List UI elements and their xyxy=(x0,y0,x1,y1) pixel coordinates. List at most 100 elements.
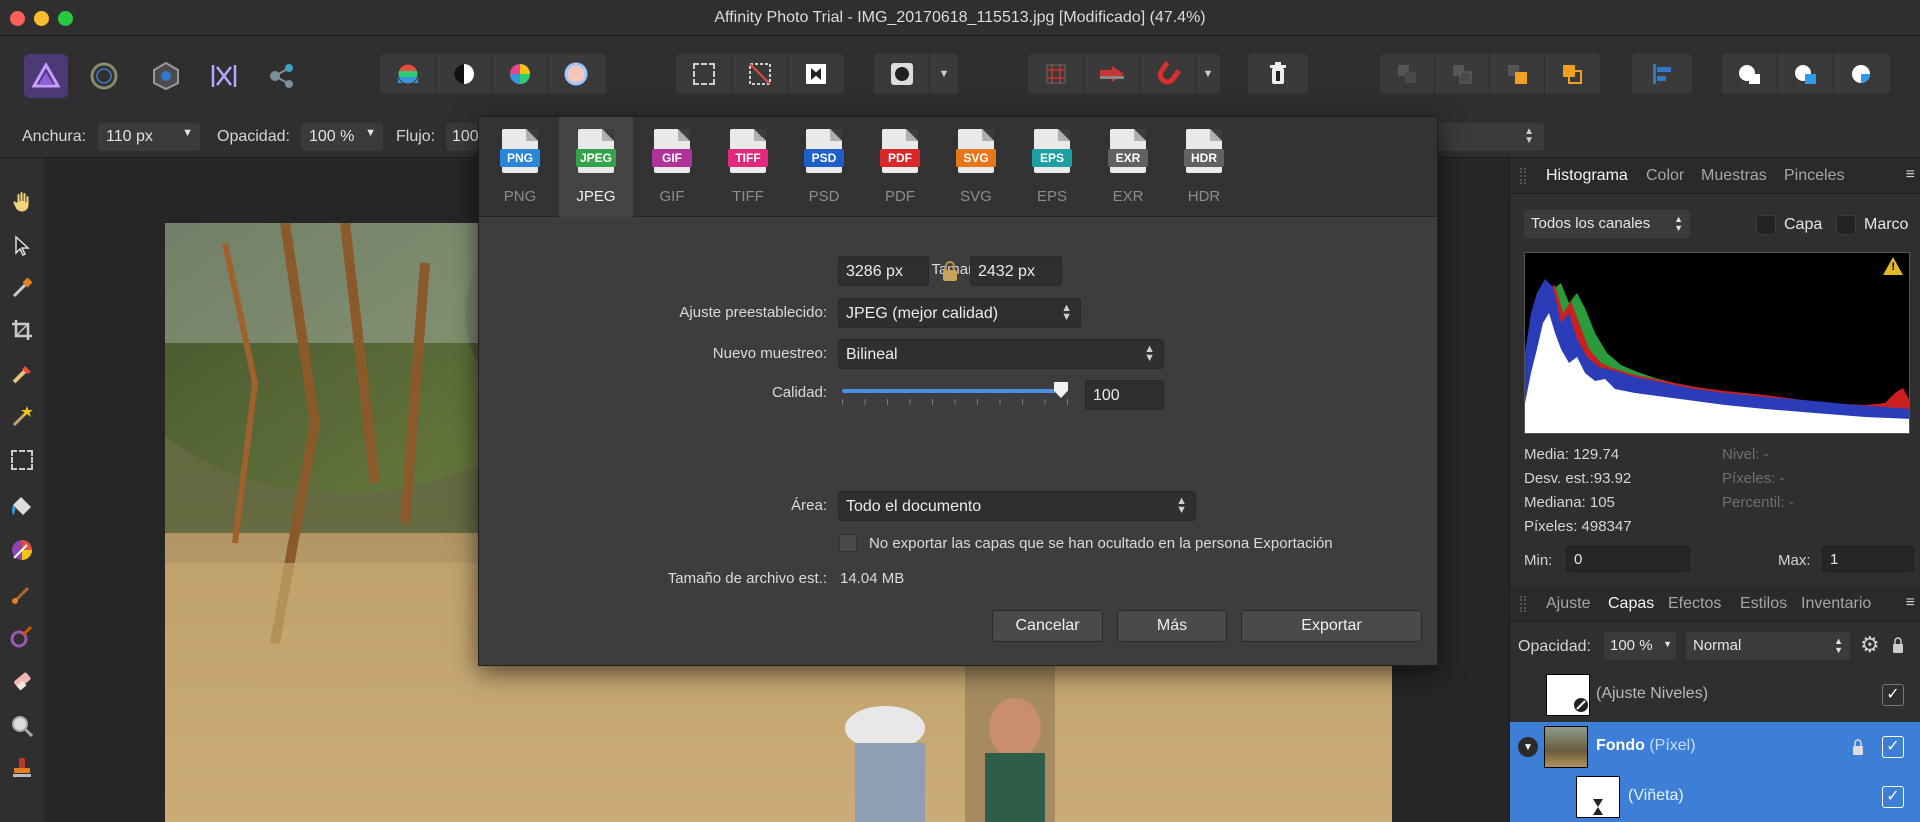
dropdown-icon[interactable]: ▼ xyxy=(930,54,958,94)
blend-mode-select[interactable]: Normal ▲ ▼ xyxy=(1686,632,1850,660)
panel-menu-icon[interactable]: ≡ xyxy=(1906,166,1915,184)
opacity-field[interactable]: 100 % ▼ xyxy=(301,123,383,151)
dropdown-icon[interactable]: ▼ xyxy=(1196,54,1220,94)
size-width-field[interactable]: 3286 px xyxy=(838,256,929,286)
resample-select[interactable]: Bilineal ▲ ▼ xyxy=(838,339,1164,369)
tab-histogram[interactable]: Histograma xyxy=(1540,158,1634,193)
preset-select[interactable]: JPEG (mejor calidad) ▲ ▼ xyxy=(838,298,1081,328)
max-field[interactable]: 1 xyxy=(1822,546,1914,572)
develop-persona-icon[interactable] xyxy=(148,58,184,94)
flow-field[interactable]: 100 xyxy=(446,123,478,151)
format-tab-pdf[interactable]: PDF PDF xyxy=(863,117,937,217)
format-tab-psd[interactable]: PSD PSD xyxy=(787,117,861,217)
brush-tool-icon[interactable] xyxy=(8,580,36,608)
color-wheel-icon[interactable] xyxy=(492,54,548,94)
magic-wand-icon[interactable] xyxy=(8,402,36,430)
layer-row-levels[interactable]: (Ajuste Niveles) ✓ xyxy=(1510,670,1920,720)
lock-icon[interactable] xyxy=(1892,636,1904,654)
crop-tool-icon[interactable] xyxy=(8,316,36,344)
zoom-tool-icon[interactable] xyxy=(8,712,36,740)
expand-triangle-icon[interactable]: ▼ xyxy=(1518,737,1538,757)
subtract-shape-icon[interactable] xyxy=(1778,54,1834,94)
white-balance-icon[interactable] xyxy=(548,54,604,94)
format-tab-png[interactable]: PNG PNG xyxy=(483,117,557,217)
quality-slider-handle[interactable] xyxy=(1054,382,1068,398)
marquee-checkbox[interactable] xyxy=(1836,215,1856,235)
quick-mask-icon[interactable] xyxy=(874,54,930,94)
format-tab-svg[interactable]: SVG SVG xyxy=(939,117,1013,217)
width-field[interactable]: 110 px ▼ xyxy=(98,123,200,151)
hand-tool-icon[interactable] xyxy=(8,188,36,216)
layer-row-vignette[interactable]: (Viñeta) ✓ xyxy=(1510,772,1920,822)
tab-effects[interactable]: Efectos xyxy=(1668,595,1721,613)
panel-menu-icon[interactable]: ≡ xyxy=(1906,594,1915,612)
align-left-icon[interactable] xyxy=(1632,54,1692,94)
arrange-front-icon[interactable] xyxy=(1545,54,1600,94)
tab-styles[interactable]: Estilos xyxy=(1740,595,1787,613)
add-shape-icon[interactable] xyxy=(1722,54,1778,94)
export-persona-icon[interactable] xyxy=(264,58,300,94)
main-toolbar: ▼ ▼ xyxy=(0,36,1920,116)
invert-selection-icon[interactable] xyxy=(788,54,844,94)
quality-field[interactable]: 100 xyxy=(1085,380,1164,410)
levels-icon[interactable] xyxy=(380,54,436,94)
size-height-field[interactable]: 2432 px xyxy=(970,256,1062,286)
tone-mapping-persona-icon[interactable] xyxy=(206,58,242,94)
format-tab-exr[interactable]: EXR EXR xyxy=(1091,117,1165,217)
move-tool-icon[interactable] xyxy=(8,232,36,260)
grid-icon[interactable] xyxy=(1028,54,1084,94)
color-picker-tool-icon[interactable] xyxy=(8,274,36,302)
format-tab-jpeg[interactable]: JPEG JPEG xyxy=(559,117,633,217)
eraser-tool-icon[interactable] xyxy=(8,666,36,694)
gear-icon[interactable]: ⚙ xyxy=(1860,632,1880,658)
layer-opacity-select[interactable]: 100 % ▼ xyxy=(1604,632,1676,660)
clone-stamp-icon[interactable] xyxy=(8,754,36,782)
tab-swatches[interactable]: Muestras xyxy=(1701,167,1767,185)
context-dropdown[interactable]: ▲ ▼ xyxy=(1438,123,1544,151)
more-button[interactable]: Más xyxy=(1117,610,1227,642)
lock-icon[interactable] xyxy=(1852,738,1864,756)
arrange-forward-icon[interactable] xyxy=(1490,54,1545,94)
export-button[interactable]: Exportar xyxy=(1241,610,1422,642)
auto-contrast-icon[interactable] xyxy=(436,54,492,94)
layer-visibility-checkbox[interactable]: ✓ xyxy=(1882,786,1904,808)
layer-row-background[interactable]: ▼ Fondo (Píxel) ✓ xyxy=(1510,722,1920,772)
page-fold xyxy=(754,129,766,141)
tab-brushes[interactable]: Pinceles xyxy=(1784,167,1844,185)
cancel-button[interactable]: Cancelar xyxy=(992,610,1103,642)
layer-visibility-checkbox[interactable]: ✓ xyxy=(1882,684,1904,706)
lock-icon[interactable] xyxy=(942,260,958,282)
channel-select[interactable]: Todos los canales ▲ ▼ xyxy=(1524,210,1690,238)
magnet-icon[interactable] xyxy=(1140,54,1196,94)
move-arrow-icon[interactable] xyxy=(1084,54,1140,94)
layer-visibility-checkbox[interactable]: ✓ xyxy=(1882,736,1904,758)
format-tab-gif[interactable]: GIF GIF xyxy=(635,117,709,217)
format-tab-tiff[interactable]: TIFF TIFF xyxy=(711,117,785,217)
area-select[interactable]: Todo el documento ▲ ▼ xyxy=(838,491,1196,521)
min-field[interactable]: 0 xyxy=(1566,546,1690,572)
arrange-back-icon[interactable] xyxy=(1380,54,1435,94)
format-tab-eps[interactable]: EPS EPS xyxy=(1015,117,1089,217)
flood-fill-tool-icon[interactable] xyxy=(8,492,36,520)
paint-brush-tool-icon[interactable] xyxy=(8,360,36,388)
quality-slider[interactable] xyxy=(842,382,1068,407)
tab-color[interactable]: Color xyxy=(1646,167,1684,185)
marquee-icon[interactable] xyxy=(676,54,732,94)
liquify-persona-icon[interactable] xyxy=(86,58,122,94)
tab-adjustment[interactable]: Ajuste xyxy=(1546,595,1590,613)
photo-persona-icon[interactable] xyxy=(24,54,68,98)
intersect-shape-icon[interactable] xyxy=(1834,54,1890,94)
gradient-tool-icon[interactable] xyxy=(8,536,36,564)
hidden-layers-checkbox[interactable] xyxy=(839,534,857,552)
dodge-tool-icon[interactable] xyxy=(8,622,36,650)
tab-layers[interactable]: Capas xyxy=(1601,586,1661,621)
layer-checkbox[interactable] xyxy=(1756,215,1776,235)
stat-stddev: Desv. est.:93.92 xyxy=(1524,470,1632,487)
tab-assets[interactable]: Inventario xyxy=(1801,595,1871,613)
trash-icon[interactable] xyxy=(1248,54,1308,94)
deselect-icon[interactable] xyxy=(732,54,788,94)
marquee-tool-icon[interactable] xyxy=(8,446,36,474)
arrange-backward-icon[interactable] xyxy=(1435,54,1490,94)
layer-name-main: Fondo xyxy=(1596,737,1645,754)
format-tab-hdr[interactable]: HDR HDR xyxy=(1167,117,1241,217)
